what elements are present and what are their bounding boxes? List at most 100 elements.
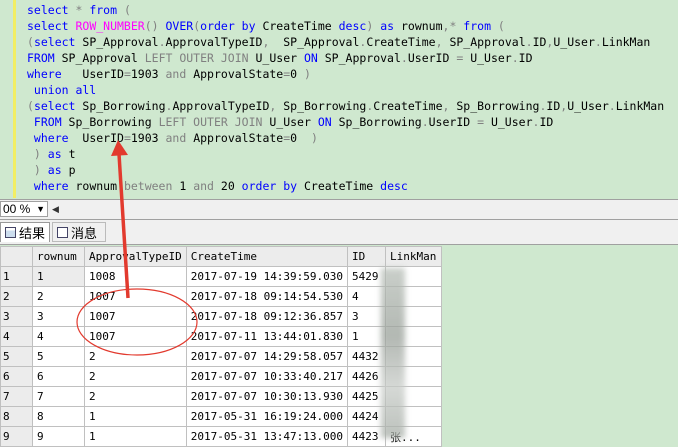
column-header-linkman[interactable]: LinkMan — [385, 246, 443, 267]
table-cell[interactable]: 1007 — [84, 286, 187, 307]
table-cell[interactable]: 2 — [84, 346, 187, 367]
table-row[interactable]: 5 5 2 2017-07-07 14:29:58.057 4432 — [0, 346, 443, 367]
table-cell[interactable]: 2017-07-07 14:29:58.057 — [185, 346, 349, 367]
code-token: ApprovalState — [193, 131, 284, 145]
code-token: , — [435, 35, 450, 49]
table-cell[interactable]: 7 — [32, 386, 85, 407]
editor-status-bar: 00 % ▼ ◀ — [0, 199, 678, 220]
row-header[interactable]: 6 — [0, 366, 33, 387]
table-cell[interactable]: 2017-05-31 16:19:24.000 — [185, 406, 349, 427]
code-token: ON — [303, 51, 325, 65]
row-header[interactable]: 4 — [0, 326, 33, 347]
table-cell[interactable]: 4432 — [347, 346, 387, 367]
table-row[interactable]: 9 9 1 2017-05-31 13:47:13.000 4423 张... — [0, 426, 443, 447]
row-header[interactable]: 1 — [0, 266, 33, 287]
table-row[interactable]: 1 1 1008 2017-07-19 14:39:59.030 5429 — [0, 266, 443, 287]
code-line[interactable]: union all — [27, 82, 664, 98]
table-cell[interactable]: 4 — [32, 326, 85, 347]
table-cell[interactable]: 1007 — [84, 326, 187, 347]
code-token: 20 — [220, 179, 242, 193]
table-cell[interactable]: 4423 — [347, 426, 387, 447]
sql-code[interactable]: select * from (select ROW_NUMBER() OVER(… — [27, 2, 664, 194]
code-line[interactable]: (select Sp_Borrowing. ApprovalTypeID, Sp_… — [27, 98, 664, 114]
table-cell[interactable]: 4426 — [347, 366, 387, 387]
grid-corner[interactable] — [0, 246, 33, 267]
code-token: where — [27, 67, 83, 81]
code-token: Sp_Borrowing — [456, 99, 540, 113]
code-token: UserID — [82, 67, 124, 81]
code-line[interactable]: where UserID=1903 and ApprovalState=0 ) — [27, 66, 664, 82]
table-cell[interactable]: 2017-07-18 09:12:36.857 — [185, 306, 349, 327]
code-line[interactable]: select * from ( — [27, 2, 664, 18]
row-header[interactable]: 8 — [0, 406, 33, 427]
table-cell[interactable]: 2017-07-07 10:30:13.930 — [185, 386, 349, 407]
table-cell[interactable]: 4424 — [347, 406, 387, 427]
table-cell[interactable]: 9 — [32, 426, 85, 447]
row-header[interactable]: 2 — [0, 286, 33, 307]
code-token: ApprovalTypeID — [172, 99, 270, 113]
table-cell[interactable]: 3 — [347, 306, 387, 327]
column-header-id[interactable]: ID — [347, 246, 387, 267]
results-grid[interactable]: rownum ApprovalTypeID CreateTime ID LinkMan … — [0, 246, 443, 447]
code-token: U_User — [553, 35, 595, 49]
table-row[interactable]: 2 2 1007 2017-07-18 09:14:54.530 4 — [0, 286, 443, 307]
table-cell[interactable]: 2017-05-31 13:47:13.000 — [185, 426, 349, 447]
code-token: desc — [338, 19, 367, 33]
zoom-dropdown[interactable]: 00 % ▼ — [0, 201, 48, 217]
table-cell[interactable]: 3 — [32, 306, 85, 327]
table-cell[interactable]: 2017-07-19 14:39:59.030 — [185, 266, 349, 287]
code-token: SP_Approval — [82, 35, 159, 49]
result-tabs: 结果 消息 — [0, 220, 678, 245]
code-token: ) — [27, 147, 48, 161]
table-row[interactable]: 7 7 2 2017-07-07 10:30:13.930 4425 — [0, 386, 443, 407]
table-cell[interactable]: 2 — [32, 286, 85, 307]
table-row[interactable]: 6 6 2 2017-07-07 10:33:40.217 4426 — [0, 366, 443, 387]
table-row[interactable]: 4 4 1007 2017-07-11 13:44:01.830 1 — [0, 326, 443, 347]
code-line[interactable]: (select SP_Approval.ApprovalTypeID, SP_A… — [27, 34, 664, 50]
code-line[interactable]: where rownum between 1 and 20 order by C… — [27, 178, 664, 194]
row-header[interactable]: 7 — [0, 386, 33, 407]
table-cell[interactable]: 2 — [84, 366, 187, 387]
table-cell[interactable]: 4 — [347, 286, 387, 307]
table-cell[interactable]: 5429 — [347, 266, 387, 287]
table-cell[interactable]: 2017-07-07 10:33:40.217 — [185, 366, 349, 387]
table-cell[interactable]: 2 — [84, 386, 187, 407]
sql-editor[interactable]: select * from (select ROW_NUMBER() OVER(… — [0, 0, 678, 198]
editor-gutter-marker — [13, 0, 16, 198]
code-line[interactable]: ) as p — [27, 162, 664, 178]
code-line[interactable]: ) as t — [27, 146, 664, 162]
zoom-level: 00 % — [3, 202, 31, 216]
table-cell[interactable]: 2017-07-11 13:44:01.830 — [185, 326, 349, 347]
chevron-down-icon: ▼ — [36, 204, 45, 214]
tab-results[interactable]: 结果 — [0, 222, 50, 242]
table-cell[interactable]: 6 — [32, 366, 85, 387]
table-cell[interactable]: 1 — [84, 406, 187, 427]
scroll-left-icon[interactable]: ◀ — [52, 202, 64, 216]
table-row[interactable]: 8 8 1 2017-05-31 16:19:24.000 4424 — [0, 406, 443, 427]
code-token: . — [511, 51, 519, 65]
row-header[interactable]: 9 — [0, 426, 33, 447]
column-header-rownum[interactable]: rownum — [32, 246, 85, 267]
table-cell[interactable]: 8 — [32, 406, 85, 427]
code-line[interactable]: FROM SP_Approval LEFT OUTER JOIN U_User … — [27, 50, 664, 66]
table-cell[interactable]: 1008 — [84, 266, 187, 287]
code-line[interactable]: FROM Sp_Borrowing LEFT OUTER JOIN U_User… — [27, 114, 664, 130]
table-cell[interactable]: 1007 — [84, 306, 187, 327]
table-cell[interactable]: 1 — [32, 266, 85, 287]
row-header[interactable]: 3 — [0, 306, 33, 327]
code-line[interactable]: where UserID=1903 and ApprovalState=0 ) — [27, 130, 664, 146]
table-row[interactable]: 3 3 1007 2017-07-18 09:12:36.857 3 — [0, 306, 443, 327]
table-cell[interactable]: 1 — [347, 326, 387, 347]
table-cell[interactable]: 5 — [32, 346, 85, 367]
code-line[interactable]: select ROW_NUMBER() OVER (order by Create… — [27, 18, 664, 34]
column-header-createtime[interactable]: CreateTime — [185, 246, 349, 267]
code-token: OVER — [165, 19, 194, 33]
row-header[interactable]: 5 — [0, 346, 33, 367]
column-header-approvaltypeid[interactable]: ApprovalTypeID — [84, 246, 187, 267]
table-cell[interactable]: 2017-07-18 09:14:54.530 — [185, 286, 349, 307]
tab-messages[interactable]: 消息 — [52, 222, 106, 242]
table-cell[interactable]: 1 — [84, 426, 187, 447]
code-token: Sp_Borrowing — [68, 115, 159, 129]
table-cell[interactable]: 4425 — [347, 386, 387, 407]
code-token: 1903 — [130, 131, 166, 145]
